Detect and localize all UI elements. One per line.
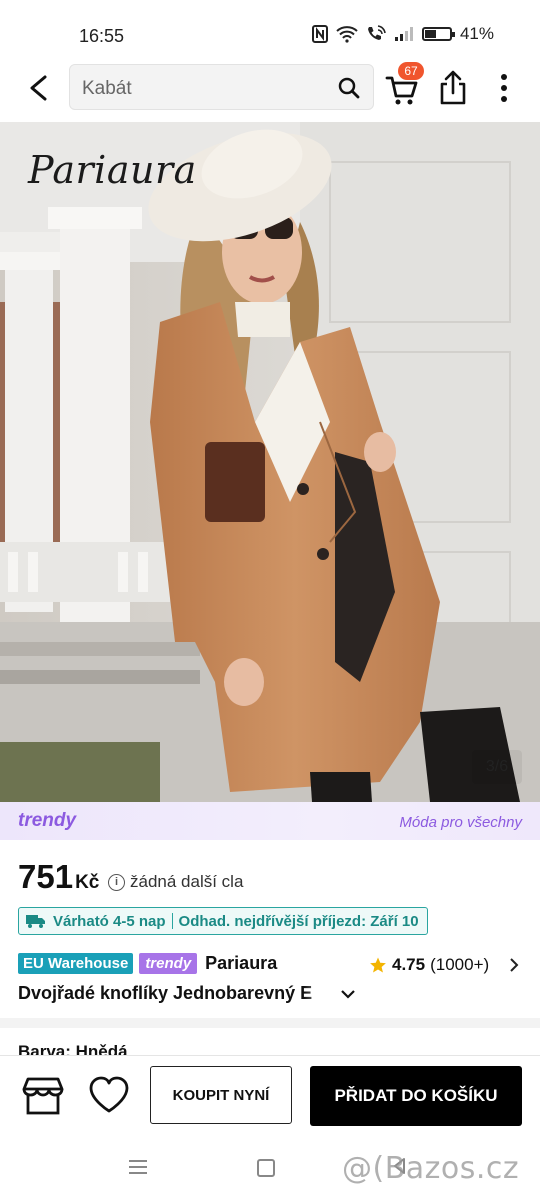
trendy-logo: trendy: [18, 810, 77, 831]
brand-watermark: Pariaura: [28, 148, 197, 192]
divider: [171, 913, 173, 929]
color-label: Barva: Hnědá: [18, 1042, 128, 1055]
store-icon[interactable]: [22, 1076, 64, 1116]
battery-percent: 41%: [459, 24, 494, 43]
search-bar[interactable]: Kabát: [69, 64, 374, 110]
status-icons: 41%: [311, 24, 494, 44]
product-image-gallery[interactable]: Pariaura 3/6: [0, 122, 540, 802]
store-name[interactable]: Pariaura: [205, 953, 277, 974]
bazos-watermark: @(Bazos.cz: [342, 1151, 520, 1186]
delivery-estimate: Várható 4-5 nap: [53, 912, 166, 930]
search-input[interactable]: Kabát: [82, 78, 132, 100]
image-counter: 3/6: [472, 750, 522, 784]
nfc-icon: [311, 25, 328, 43]
back-arrow-icon: [30, 75, 47, 101]
add-to-cart-button[interactable]: PŘIDAT DO KOŠÍKU: [310, 1066, 522, 1126]
status-time: 16:55: [79, 26, 125, 46]
arrival-estimate: Odhad. nejdřívější příjezd: Září 10: [178, 912, 419, 930]
price-value: 751: [18, 858, 74, 895]
system-nav-bar: @(Bazos.cz: [0, 1135, 540, 1200]
bottom-action-bar: KOUPIT NYNÍ PŘIDAT DO KOŠÍKU: [0, 1055, 540, 1136]
wifi-icon: [336, 26, 358, 43]
back-button[interactable]: [22, 72, 54, 104]
truck-icon: [26, 915, 45, 928]
battery-icon: [421, 27, 455, 41]
duty-text: žádná další cla: [130, 872, 244, 891]
heart-icon[interactable]: [88, 1076, 130, 1114]
buy-now-button[interactable]: KOUPIT NYNÍ: [150, 1066, 292, 1124]
more-vert-icon[interactable]: [492, 72, 516, 106]
product-photo: [0, 122, 540, 802]
product-title: Dvojřadé knoflíky Jednobarevný E: [18, 983, 334, 1004]
chevron-down-icon[interactable]: [338, 984, 358, 1004]
info-icon[interactable]: i: [108, 873, 125, 891]
rating-value: 4.75: [392, 955, 426, 974]
price-currency: Kč: [75, 872, 100, 893]
eu-warehouse-tag: EU Warehouse: [18, 953, 134, 974]
cart-count-badge: 67: [398, 62, 424, 80]
section-divider: [0, 1018, 540, 1028]
rating-count: (1000+): [430, 955, 490, 974]
delivery-banner[interactable]: Várható 4-5 nap Odhad. nejdřívější příje…: [18, 907, 428, 935]
trendy-banner[interactable]: trendy Móda pro všechny: [0, 802, 540, 840]
product-rating[interactable]: 4.75 (1000+): [369, 955, 489, 975]
home-icon[interactable]: [257, 1159, 275, 1177]
signal-icon: [394, 27, 413, 41]
share-icon[interactable]: [437, 70, 469, 106]
product-tags: EU Warehouse trendy Pariaura: [18, 953, 277, 974]
wifi-call-icon: [367, 25, 386, 40]
recent-apps-icon[interactable]: [128, 1159, 148, 1175]
chevron-right-icon[interactable]: [508, 956, 520, 974]
app-header: Kabát 67: [0, 60, 540, 120]
product-title-row[interactable]: Dvojřadé knoflíky Jednobarevný E: [18, 983, 358, 1004]
duty-note[interactable]: i žádná další cla: [108, 872, 243, 892]
search-icon[interactable]: [337, 76, 361, 100]
star-icon: [370, 957, 386, 973]
trendy-tag: trendy: [139, 953, 198, 974]
trendy-tagline: Móda pro všechny: [399, 814, 522, 831]
product-price: 751 Kč: [18, 858, 99, 896]
status-bar: 16:55 41%: [0, 0, 540, 60]
